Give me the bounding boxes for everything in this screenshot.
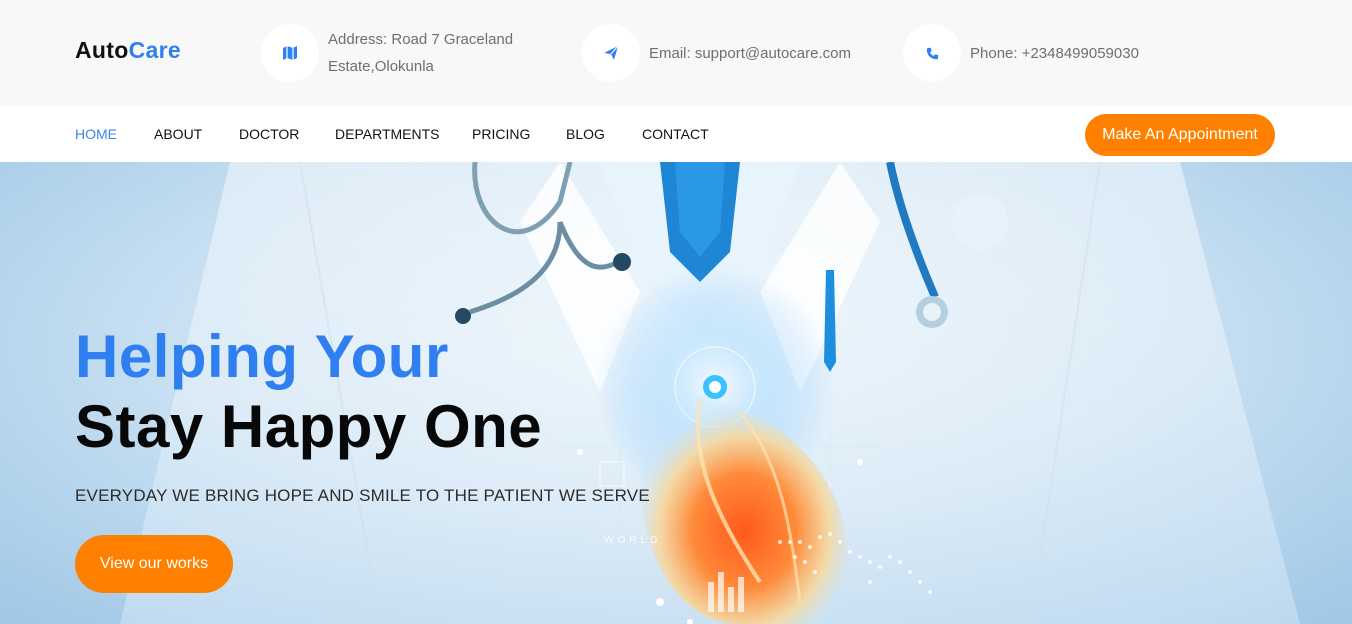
address-line2: Estate,Olokunla: [328, 58, 434, 75]
phone-icon: [926, 47, 938, 59]
hud-world-label: WORLD: [604, 535, 662, 546]
nav-item-contact[interactable]: CONTACT: [642, 126, 709, 142]
top-info-bar: AutoCare Address: Road 7 Graceland Estat…: [0, 0, 1352, 106]
address-line1: Address: Road 7 Graceland: [328, 31, 514, 48]
hero-title-line1: Helping Your: [75, 323, 449, 390]
nav-item-departments[interactable]: DEPARTMENTS: [335, 126, 440, 142]
nav-item-home[interactable]: HOME: [75, 126, 117, 142]
phone-info: Phone: +2348499059030: [903, 24, 1139, 82]
nav-item-about[interactable]: ABOUT: [154, 126, 202, 142]
hero-banner: WORLD Helping Your Stay Happy One EVERYD…: [0, 162, 1352, 624]
nav-item-pricing[interactable]: PRICING: [472, 126, 530, 142]
map-icon: [283, 46, 297, 60]
paper-plane-icon: [604, 45, 619, 60]
phone-text[interactable]: Phone: +2348499059030: [970, 40, 1139, 67]
brand-name-part1: Auto: [75, 37, 129, 63]
address-icon-circle: [261, 24, 319, 82]
main-nav: HOME ABOUT DOCTOR DEPARTMENTS PRICING BL…: [0, 106, 1352, 162]
hero-subtitle: EVERYDAY WE BRING HOPE AND SMILE TO THE …: [75, 486, 650, 505]
brand-name-part2: Care: [128, 37, 181, 63]
view-our-works-button[interactable]: View our works: [75, 535, 233, 593]
nav-item-doctor[interactable]: DOCTOR: [239, 126, 299, 142]
address-info: Address: Road 7 Graceland Estate,Olokunl…: [261, 24, 531, 82]
brand-logo[interactable]: AutoCare: [75, 37, 181, 64]
hero-title-line2: Stay Happy One: [75, 393, 543, 460]
email-icon-circle: [582, 24, 640, 82]
phone-icon-circle: [903, 24, 961, 82]
make-appointment-button[interactable]: Make An Appointment: [1085, 114, 1275, 156]
nav-item-blog[interactable]: BLOG: [566, 126, 605, 142]
email-info: Email: support@autocare.com: [582, 24, 851, 82]
email-text[interactable]: Email: support@autocare.com: [649, 40, 851, 67]
